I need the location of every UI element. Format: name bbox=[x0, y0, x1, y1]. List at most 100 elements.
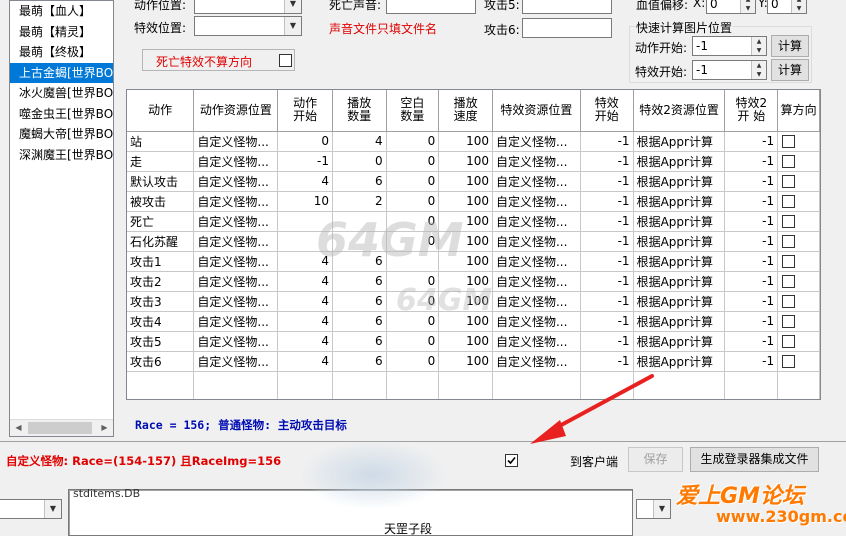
direction-checkbox[interactable] bbox=[782, 295, 796, 308]
table-row[interactable]: 走自定义怪物... -1 0 0 100 自定义怪物... -1 根据Appr计算 -1 bbox=[127, 151, 820, 172]
action-pos-select[interactable]: ▼ bbox=[194, 0, 302, 14]
column-header[interactable]: 空白 数量 bbox=[386, 90, 440, 132]
cell-name[interactable]: 站 bbox=[127, 131, 195, 152]
cell-fx_start[interactable]: -1 bbox=[580, 311, 634, 332]
cell-fx_res[interactable]: 自定义怪物... bbox=[492, 311, 581, 332]
action-start-input[interactable]: -1 ▲ ▼ bbox=[692, 36, 767, 56]
cell-fx_res[interactable]: 自定义怪物... bbox=[492, 171, 581, 192]
cell-count[interactable]: 6 bbox=[332, 311, 387, 332]
cell-start[interactable]: 0 bbox=[277, 131, 333, 152]
cell-fx2_start[interactable]: -1 bbox=[724, 311, 779, 332]
monster-list-item[interactable]: 最萌【终极】 bbox=[10, 42, 113, 63]
y-offset-input[interactable]: 0 ▲▼ bbox=[767, 0, 807, 14]
cell-fx_start[interactable]: -1 bbox=[580, 251, 634, 272]
chevron-down-icon[interactable]: ▼ bbox=[284, 17, 301, 35]
cell-name[interactable]: 攻击3 bbox=[127, 291, 195, 312]
cell-fx2_res[interactable]: 根据Appr计算 bbox=[633, 251, 726, 272]
direction-checkbox[interactable] bbox=[782, 175, 796, 188]
cell-start[interactable]: 4 bbox=[277, 311, 333, 332]
cell-fx_start[interactable]: -1 bbox=[580, 171, 634, 192]
list-horizontal-scrollbar[interactable]: ◀ ▶ bbox=[10, 419, 113, 436]
y-spin[interactable]: ▲▼ bbox=[791, 0, 806, 13]
attack5-input[interactable] bbox=[522, 0, 612, 14]
chevron-down-icon[interactable]: ▼ bbox=[44, 500, 61, 518]
effect-pos-select[interactable]: ▼ bbox=[194, 16, 302, 36]
cell-count[interactable]: 6 bbox=[332, 291, 387, 312]
cell-name[interactable]: 走 bbox=[127, 151, 195, 172]
cell-fx_start[interactable]: -1 bbox=[580, 231, 634, 252]
cell-fx_res[interactable]: 自定义怪物... bbox=[492, 131, 581, 152]
cell-blank[interactable]: 0 bbox=[386, 151, 440, 172]
cell-start[interactable]: 4 bbox=[277, 171, 333, 192]
scroll-right-arrow-icon[interactable]: ▶ bbox=[96, 420, 113, 436]
cell-name[interactable]: 被攻击 bbox=[127, 191, 195, 212]
direction-checkbox[interactable] bbox=[782, 135, 796, 148]
direction-checkbox[interactable] bbox=[782, 315, 796, 328]
column-header[interactable]: 动作资源位置 bbox=[193, 90, 279, 132]
cell-fx2_res[interactable]: 根据Appr计算 bbox=[633, 291, 726, 312]
cell-fx_res[interactable]: 自定义怪物... bbox=[492, 291, 581, 312]
column-header[interactable]: 播放 速度 bbox=[438, 90, 493, 132]
cell-fx2_start[interactable]: -1 bbox=[724, 211, 779, 232]
cell-fx_res[interactable]: 自定义怪物... bbox=[492, 151, 581, 172]
column-header[interactable]: 动作 开始 bbox=[277, 90, 333, 132]
column-header[interactable]: 特效 开始 bbox=[580, 90, 634, 132]
chevron-down-icon[interactable]: ▼ bbox=[653, 500, 670, 518]
table-row[interactable]: 攻击5 自定义怪物... 4 6 0 100 自定义怪物... -1 根据Appr计算 -1 bbox=[127, 331, 820, 352]
cell-name[interactable]: 死亡 bbox=[127, 211, 195, 232]
column-header[interactable]: 播放 数量 bbox=[332, 90, 387, 132]
cell-res[interactable]: 自定义怪物... bbox=[193, 331, 279, 352]
cell-name[interactable]: 攻击5 bbox=[127, 331, 195, 352]
cell-fx2_start[interactable]: -1 bbox=[724, 151, 779, 172]
cell-fx_start[interactable]: -1 bbox=[580, 331, 634, 352]
direction-checkbox[interactable] bbox=[782, 275, 796, 288]
scrollbar-thumb[interactable] bbox=[28, 422, 92, 434]
monster-list-item[interactable]: 魔蝎大帝[世界BOS bbox=[10, 124, 113, 145]
x-offset-input[interactable]: 0 ▲▼ bbox=[706, 0, 756, 14]
column-header[interactable]: 特效2资源位置 bbox=[633, 90, 726, 132]
cell-fx2_res[interactable]: 根据Appr计算 bbox=[633, 311, 726, 332]
cell-fx2_start[interactable]: -1 bbox=[724, 131, 779, 152]
cell-blank[interactable]: 0 bbox=[386, 351, 440, 372]
cell-res[interactable]: 自定义怪物... bbox=[193, 191, 279, 212]
monster-list-item[interactable]: 噬金虫王[世界BOS bbox=[10, 104, 113, 125]
cell-name[interactable]: 石化苏醒 bbox=[127, 231, 195, 252]
cell-res[interactable]: 自定义怪物... bbox=[193, 251, 279, 272]
cell-fx2_res[interactable]: 根据Appr计算 bbox=[633, 271, 726, 292]
table-row[interactable]: 攻击6 自定义怪物... 4 6 0 100 自定义怪物... -1 根据Appr计算 -1 bbox=[127, 351, 820, 372]
cell-count[interactable]: 6 bbox=[332, 351, 387, 372]
table-row[interactable]: 站自定义怪物... 0 4 0 100 自定义怪物... -1 根据Appr计算 -1 bbox=[127, 131, 820, 152]
save-button[interactable]: 保存 bbox=[628, 447, 683, 472]
cell-res[interactable]: 自定义怪物... bbox=[193, 351, 279, 372]
cell-name[interactable]: 攻击1 bbox=[127, 251, 195, 272]
chevron-down-icon[interactable]: ▼ bbox=[284, 0, 301, 13]
death-effect-option[interactable]: 死亡特效不算方向 bbox=[142, 49, 295, 71]
cell-res[interactable]: 自定义怪物... bbox=[193, 231, 279, 252]
cell-fx_start[interactable]: -1 bbox=[580, 351, 634, 372]
column-header[interactable]: 特效资源位置 bbox=[492, 90, 581, 132]
cell-speed[interactable]: 100 bbox=[438, 151, 493, 172]
cell-fx_res[interactable]: 自定义怪物... bbox=[492, 211, 581, 232]
cell-fx2_res[interactable]: 根据Appr计算 bbox=[633, 231, 726, 252]
cell-start[interactable]: 4 bbox=[277, 291, 333, 312]
cell-fx2_start[interactable]: -1 bbox=[724, 171, 779, 192]
cell-fx2_res[interactable]: 根据Appr计算 bbox=[633, 211, 726, 232]
calc-action-button[interactable]: 计算 bbox=[771, 35, 809, 57]
cell-fx_res[interactable]: 自定义怪物... bbox=[492, 231, 581, 252]
cell-fx_start[interactable]: -1 bbox=[580, 291, 634, 312]
lower-left-select[interactable]: ▼ bbox=[0, 499, 62, 519]
cell-fx2_res[interactable]: 根据Appr计算 bbox=[633, 351, 726, 372]
cell-fx2_start[interactable]: -1 bbox=[724, 351, 779, 372]
column-header[interactable]: 动作 bbox=[127, 90, 195, 132]
scroll-left-arrow-icon[interactable]: ◀ bbox=[10, 420, 27, 436]
cell-count[interactable]: 6 bbox=[332, 171, 387, 192]
cell-name[interactable]: 攻击2 bbox=[127, 271, 195, 292]
cell-fx_start[interactable]: -1 bbox=[580, 131, 634, 152]
cell-count[interactable]: 4 bbox=[332, 131, 387, 152]
cell-start[interactable]: 10 bbox=[277, 191, 333, 212]
monster-list-item[interactable]: 最萌【血人】 bbox=[10, 1, 113, 22]
cell-fx_start[interactable]: -1 bbox=[580, 151, 634, 172]
direction-checkbox[interactable] bbox=[782, 335, 796, 348]
monster-list[interactable]: 最萌【血人】 最萌【精灵】 最萌【终极】 上古金蝎[世界BOS 冰火魔兽[世界BOS 噬金… bbox=[9, 0, 114, 437]
cell-fx2_start[interactable]: -1 bbox=[724, 191, 779, 212]
